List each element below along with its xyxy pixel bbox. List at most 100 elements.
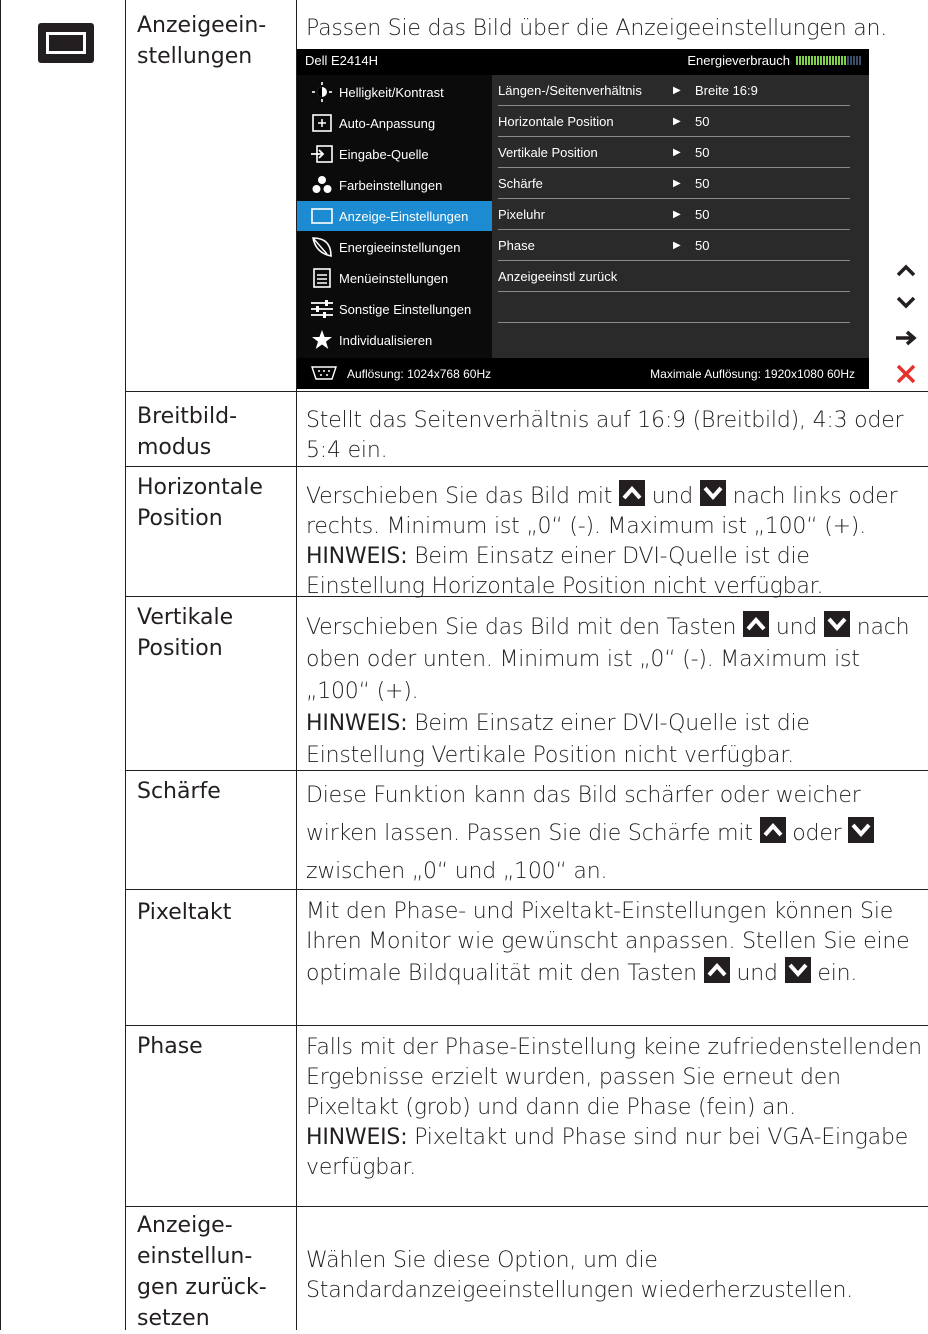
up-key-icon: [759, 817, 786, 843]
osd-menu-item-helligkeit[interactable]: Helligkeit/Kontrast: [297, 77, 492, 107]
resolution-label: Auflösung:: [347, 367, 404, 381]
label-anzeigeeinstellungen: Anzeigeein- stellungen: [137, 13, 267, 69]
energy-bar: [796, 56, 798, 65]
energy-bar: [826, 56, 828, 65]
osd-energy: Energieverbrauch: [687, 53, 861, 68]
desc-text: Verschieben Sie das Bild mit den Tasten: [306, 615, 737, 640]
osd-row-value: 50: [695, 114, 710, 129]
close-icon[interactable]: [893, 361, 919, 387]
up-icon[interactable]: [893, 258, 919, 284]
energy-bar: [838, 56, 840, 65]
vga-connector-icon: [311, 366, 337, 383]
osd-row-vertikal[interactable]: Vertikale Position ▶ 50: [498, 137, 850, 168]
osd-row-empty: [498, 292, 850, 323]
osd-menu-item-sonstige[interactable]: Sonstige Einstellungen: [297, 294, 492, 324]
desc-text: Verschieben Sie das Bild mit: [306, 484, 613, 509]
osd-menu-item-auto[interactable]: Auto-Anpassung: [297, 108, 492, 138]
star-icon: [311, 329, 333, 351]
down-key-icon: [699, 480, 726, 506]
energy-bar: [841, 56, 843, 65]
osd-menu-label: Farbeinstellungen: [339, 177, 443, 193]
osd-menu-item-farbe[interactable]: Farbeinstellungen: [297, 170, 492, 200]
label-zuruecksetzen: Anzeige- einstellun- gen zurück- setzen: [137, 1213, 267, 1331]
osd-menu-label: Energieeinstellungen: [339, 239, 461, 255]
desc-text: und: [775, 615, 818, 640]
energy-bar: [832, 56, 834, 65]
osd-row-value: 50: [695, 207, 710, 222]
energy-bar: [850, 56, 852, 65]
osd-model: Dell E2414H: [305, 53, 378, 68]
label-schaerfe: Schärfe: [137, 779, 221, 804]
osd-menu-label: Anzeige-Einstellungen: [339, 208, 469, 224]
osd-menu-label: Auto-Anpassung: [339, 115, 436, 131]
desc-text: und: [651, 484, 694, 509]
osd-row-horizontal[interactable]: Horizontale Position ▶ 50: [498, 106, 850, 137]
desc-anzeigeeinstellungen: Passen Sie das Bild über die Anzeigeeins…: [306, 16, 888, 41]
energy-bar: [823, 56, 825, 65]
osd-menu-item-menue[interactable]: Menüeinstellungen: [297, 263, 492, 293]
osd-menu: Dell E2414H Energieverbrauch Helligkeit/…: [297, 49, 869, 389]
desc-vertikale-position: Verschieben Sie das Bild mit den Tasten …: [306, 611, 926, 772]
label-horizontale-position: Horizontale Position: [137, 475, 263, 531]
osd-menu-label: Eingabe-Quelle: [339, 146, 429, 162]
desc-pixeltakt: Mit den Phase- und Pixeltakt-Einstellung…: [306, 897, 926, 989]
note-label: HINWEIS:: [306, 711, 408, 736]
row-divider: [125, 1025, 928, 1026]
right-arrow-icon[interactable]: [893, 325, 919, 351]
play-arrow-icon: ▶: [673, 240, 681, 251]
note-label: HINWEIS:: [306, 1125, 408, 1150]
energy-bar: [835, 56, 837, 65]
color-icon: [311, 174, 333, 196]
resolution-value: 1024x768 60Hz: [407, 367, 492, 381]
osd-row-seitenverhaeltnis[interactable]: Längen-/Seitenverhältnis ▶ Breite 16:9: [498, 75, 850, 106]
osd-menu-list: Helligkeit/Kontrast Auto-Anpassung Einga…: [297, 75, 492, 358]
osd-row-name: Schärfe: [498, 176, 543, 191]
desc-text: zwischen „0“ und „100“ an.: [306, 859, 608, 884]
osd-row-value: 50: [695, 145, 710, 160]
down-icon[interactable]: [893, 289, 919, 315]
up-key-icon: [743, 611, 770, 637]
osd-menu-item-individualisieren[interactable]: Individualisieren: [297, 325, 492, 355]
row-divider: [125, 466, 928, 467]
energy-bar: [814, 56, 816, 65]
desc-text: oder: [792, 821, 842, 846]
display-icon: [311, 205, 333, 227]
desc-text: ein.: [817, 961, 858, 986]
osd-row-name: Längen-/Seitenverhältnis: [498, 83, 642, 98]
osd-footer: Auflösung: 1024x768 60Hz Maximale Auflös…: [297, 358, 869, 389]
up-key-icon: [618, 480, 645, 506]
osd-header: Dell E2414H Energieverbrauch: [297, 49, 869, 71]
osd-row-schaerfe[interactable]: Schärfe ▶ 50: [498, 168, 850, 199]
osd-menu-item-anzeige[interactable]: Anzeige-Einstellungen: [297, 201, 492, 231]
desc-breitbildmodus: Stellt das Seitenverhältnis auf 16:9 (Br…: [306, 408, 904, 463]
osd-row-name: Horizontale Position: [498, 114, 614, 129]
desc-text: und: [736, 961, 778, 986]
label-vertikale-position: Vertikale Position: [137, 605, 234, 661]
osd-menu-item-eingabe[interactable]: Eingabe-Quelle: [297, 139, 492, 169]
table-border-col1: [125, 0, 126, 1330]
up-key-icon: [703, 957, 730, 983]
osd-row-phase[interactable]: Phase ▶ 50: [498, 230, 850, 261]
osd-row-name: Pixeluhr: [498, 207, 545, 222]
energy-bar: [817, 56, 819, 65]
osd-energy-label: Energieverbrauch: [687, 53, 790, 68]
osd-row-pixeluhr[interactable]: Pixeluhr ▶ 50: [498, 199, 850, 230]
energy-bar: [847, 56, 849, 65]
energy-bar: [805, 56, 807, 65]
energy-bar: [829, 56, 831, 65]
energy-bar: [799, 56, 801, 65]
osd-menu-label: Individualisieren: [339, 332, 433, 348]
osd-resolution: Auflösung: 1024x768 60Hz: [347, 367, 491, 381]
osd-row-name: Phase: [498, 238, 535, 253]
play-arrow-icon: ▶: [673, 209, 681, 220]
osd-row-value: Breite 16:9: [695, 83, 758, 98]
table-border-left: [0, 0, 1, 1330]
osd-row-zuruecksetzen[interactable]: Anzeigeeinstl zurück: [498, 261, 850, 292]
osd-menu-label: Menüeinstellungen: [339, 270, 449, 286]
desc-horizontale-position: Verschieben Sie das Bild mit und nach li…: [306, 480, 926, 602]
energy-bar: [844, 56, 846, 65]
down-key-icon: [784, 957, 811, 983]
label-phase: Phase: [137, 1034, 203, 1059]
max-resolution-label: Maximale Auflösung:: [650, 367, 761, 381]
osd-menu-item-energie[interactable]: Energieeinstellungen: [297, 232, 492, 262]
